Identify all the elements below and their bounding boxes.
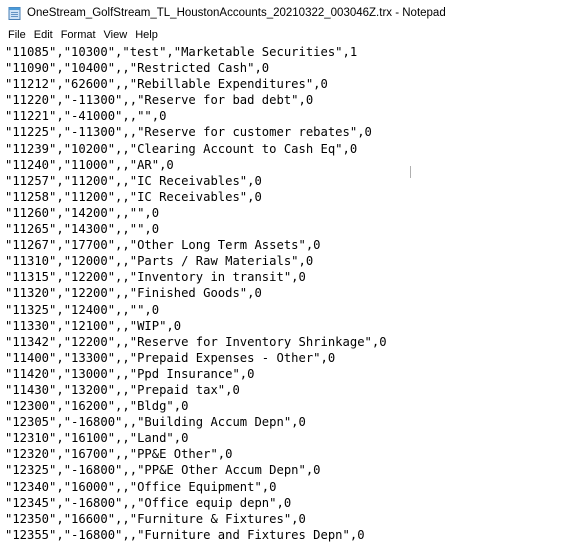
text-line: "11342","12200",,"Reserve for Inventory … (5, 334, 387, 349)
text-line: "11320","12200",,"Finished Goods",0 (5, 286, 262, 301)
notepad-window: OneStream_GolfStream_TL_HoustonAccounts_… (0, 0, 585, 550)
menu-file[interactable]: File (4, 26, 30, 44)
text-line: "11330","12100",,"WIP",0 (5, 318, 182, 333)
mouse-ibeam-cursor (410, 166, 411, 178)
text-line: "11212","62600",,"Rebillable Expenditure… (5, 77, 328, 92)
text-line: "11240","11000",,"AR",0 (5, 157, 174, 172)
text-line: "11310","12000",,"Parts / Raw Materials"… (5, 254, 314, 269)
text-line: "11225","-11300",,"Reserve for customer … (5, 125, 372, 140)
text-line: "11090","10400",,"Restricted Cash",0 (5, 61, 270, 76)
text-editor-area[interactable]: "11085","10300","test","Marketable Secur… (0, 44, 585, 550)
text-line: "12325","-16800",,"PP&E Other Accum Depn… (5, 463, 321, 478)
text-line: "11430","13200",,"Prepaid tax",0 (5, 382, 240, 397)
text-line: "12350","16600",,"Furniture & Fixtures",… (5, 511, 306, 526)
notepad-app-icon (8, 6, 21, 20)
text-line: "12355","-16800",,"Furniture and Fixture… (5, 527, 365, 542)
menu-edit[interactable]: Edit (30, 26, 57, 44)
menu-help[interactable]: Help (131, 26, 162, 44)
text-line: "11400","13300",,"Prepaid Expenses - Oth… (5, 350, 336, 365)
text-line: "11258","11200",,"IC Receivables",0 (5, 189, 262, 204)
text-content: "11085","10300","test","Marketable Secur… (5, 44, 387, 543)
text-line: "12300","16200",,"Bldg",0 (5, 399, 189, 414)
text-line: "12340","16000",,"Office Equipment",0 (5, 479, 277, 494)
text-line: "12320","16700",,"PP&E Other",0 (5, 447, 233, 462)
text-line: "11265","14300",,"",0 (5, 222, 160, 237)
menu-view[interactable]: View (100, 26, 132, 44)
text-line: "11221","-41000",,"",0 (5, 109, 167, 124)
text-line: "11257","11200",,"IC Receivables",0 (5, 173, 262, 188)
text-line: "11239","10200",,"Clearing Account to Ca… (5, 141, 358, 156)
title-bar[interactable]: OneStream_GolfStream_TL_HoustonAccounts_… (0, 0, 585, 26)
text-line: "11260","14200",,"",0 (5, 205, 160, 220)
menu-format[interactable]: Format (57, 26, 100, 44)
menu-bar: File Edit Format View Help (0, 26, 585, 44)
text-line: "12345","-16800",,"Office equip depn",0 (5, 495, 292, 510)
window-title: OneStream_GolfStream_TL_HoustonAccounts_… (27, 7, 446, 19)
text-line: "12310","16100",,"Land",0 (5, 431, 189, 446)
text-line: "11267","17700",,"Other Long Term Assets… (5, 238, 321, 253)
text-line: "11420","13000",,"Ppd Insurance",0 (5, 366, 255, 381)
text-line: "11085","10300","test","Marketable Secur… (5, 45, 358, 59)
text-line: "11325","12400",,"",0 (5, 302, 160, 317)
text-line: "11220","-11300",,"Reserve for bad debt"… (5, 93, 314, 108)
text-line: "12305","-16800",,"Building Accum Depn",… (5, 415, 306, 430)
text-line: "11315","12200",,"Inventory in transit",… (5, 270, 306, 285)
